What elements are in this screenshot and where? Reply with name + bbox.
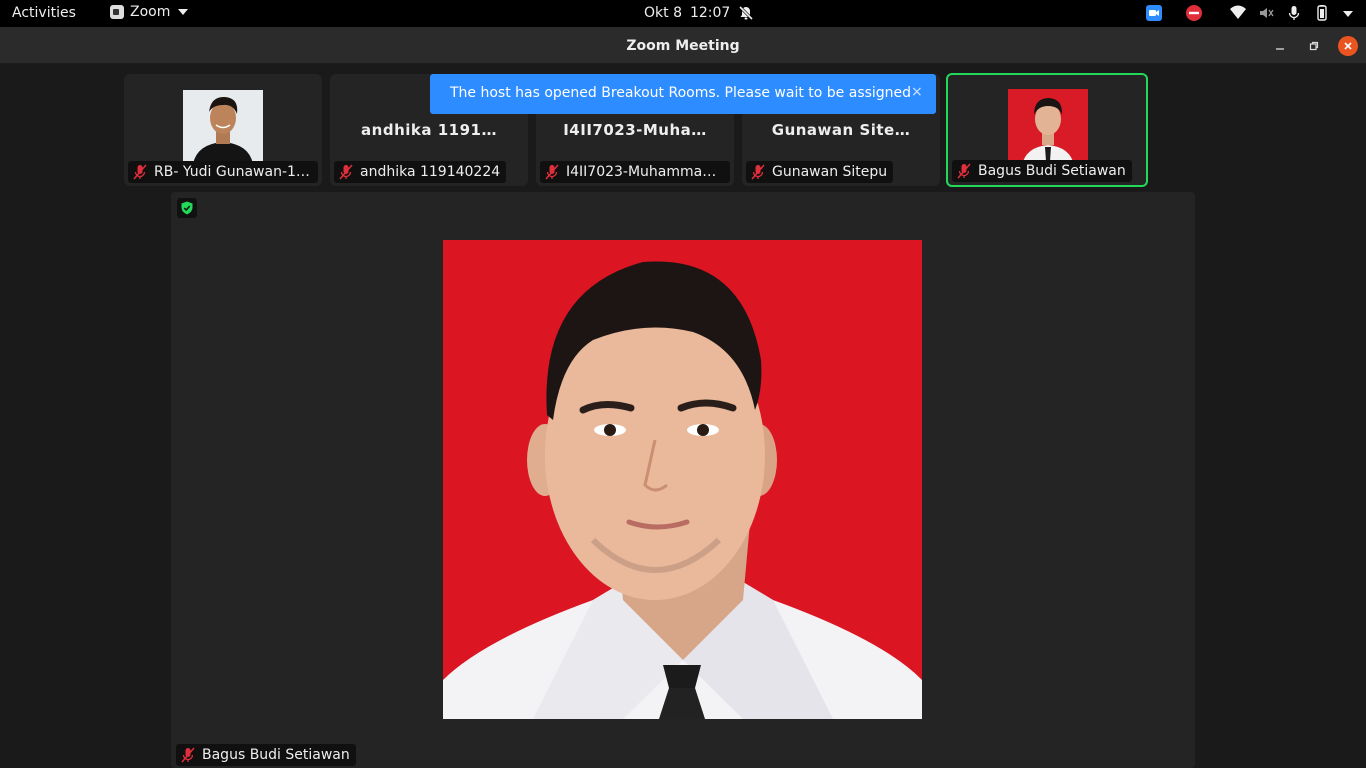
participant-tile-active-speaker[interactable]: Bagus Budi Setiawan xyxy=(946,73,1148,187)
participant-name-label: I4II7023-Muhammad I… xyxy=(540,161,730,183)
microphone-icon[interactable] xyxy=(1286,5,1302,21)
muted-mic-icon xyxy=(545,164,559,180)
participant-tile-name: Gunawan Site… xyxy=(771,121,911,139)
muted-mic-icon xyxy=(181,747,195,763)
system-top-bar: Activities Zoom Okt 8 12:07 xyxy=(0,0,1366,27)
speaker-name-label: Bagus Budi Setiawan xyxy=(176,744,356,766)
chevron-down-icon xyxy=(178,9,189,15)
participant-tile[interactable]: RB- Yudi Gunawan-14… xyxy=(124,74,322,186)
muted-mic-icon xyxy=(339,164,353,180)
activities-button[interactable]: Activities xyxy=(12,5,76,21)
window-title-bar: Zoom Meeting xyxy=(0,27,1366,64)
speaker-video xyxy=(443,240,922,719)
zoom-app-icon xyxy=(110,5,124,19)
notification-text: The host has opened Breakout Rooms. Plea… xyxy=(450,85,912,101)
participant-name-label: RB- Yudi Gunawan-14… xyxy=(128,161,318,183)
app-menu-label: Zoom xyxy=(130,4,171,20)
participant-video xyxy=(1008,89,1088,165)
window-title: Zoom Meeting xyxy=(626,38,740,54)
volume-muted-icon[interactable] xyxy=(1258,5,1274,21)
minimize-button[interactable] xyxy=(1270,36,1290,56)
zoom-tray-icon[interactable] xyxy=(1146,5,1162,21)
clock-time: 12:07 xyxy=(689,5,731,21)
app-menu[interactable]: Zoom xyxy=(110,4,189,20)
participant-video xyxy=(183,90,263,164)
active-speaker-view[interactable]: Bagus Budi Setiawan xyxy=(171,192,1195,768)
system-menu-chevron-icon[interactable] xyxy=(1343,11,1353,17)
participant-name-label: Gunawan Sitepu xyxy=(746,161,894,183)
wifi-icon[interactable] xyxy=(1230,5,1246,21)
participant-name-label: Bagus Budi Setiawan xyxy=(952,160,1132,182)
notification-close-button[interactable]: × xyxy=(911,84,923,100)
encryption-shield-icon[interactable] xyxy=(177,198,197,218)
clock-date: Okt 8 xyxy=(644,5,682,21)
participant-name-label: andhika 119140224 xyxy=(334,161,507,183)
battery-icon[interactable] xyxy=(1314,5,1330,21)
notifications-off-icon xyxy=(739,5,754,21)
clock[interactable]: Okt 8 12:07 xyxy=(644,5,754,21)
participant-tile-name: I4II7023-Muha… xyxy=(563,121,707,139)
close-icon xyxy=(1344,42,1352,50)
muted-mic-icon xyxy=(957,163,971,179)
restore-icon xyxy=(1309,41,1319,51)
breakout-rooms-notification: The host has opened Breakout Rooms. Plea… xyxy=(430,74,936,114)
muted-mic-icon xyxy=(751,164,765,180)
do-not-disturb-icon[interactable] xyxy=(1186,5,1202,21)
muted-mic-icon xyxy=(133,164,147,180)
minimize-icon xyxy=(1276,48,1284,50)
maximize-button[interactable] xyxy=(1304,36,1324,56)
participant-tile-name: andhika 1191… xyxy=(361,121,497,139)
close-window-button[interactable] xyxy=(1338,36,1358,56)
